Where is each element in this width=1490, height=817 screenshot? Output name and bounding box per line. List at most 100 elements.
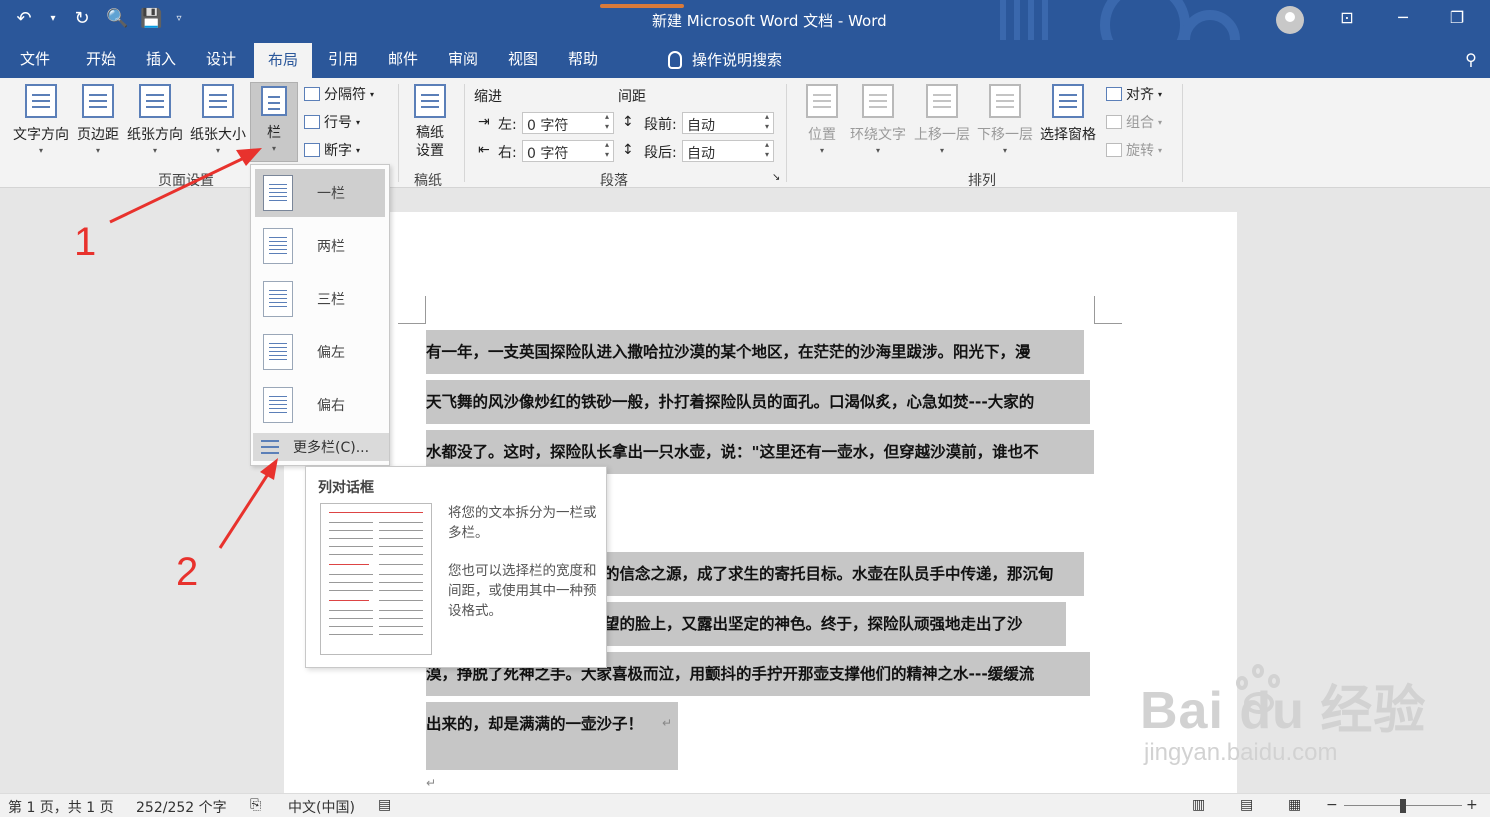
spacing-before-icon: ↕ bbox=[622, 114, 634, 130]
tab-review[interactable]: 审阅 bbox=[448, 48, 478, 69]
arrange-group-label: 排列 bbox=[968, 173, 996, 189]
undo-icon[interactable]: ↶ bbox=[14, 8, 34, 29]
tab-home[interactable]: 开始 bbox=[86, 48, 116, 69]
language-status[interactable]: 中文(中国) bbox=[288, 797, 355, 817]
undo-dropdown-icon[interactable]: ▾ bbox=[48, 13, 58, 24]
tell-me-search[interactable]: 操作说明搜索 bbox=[668, 49, 782, 70]
redo-icon[interactable]: ↻ bbox=[72, 8, 92, 29]
margins-button[interactable]: 页边距 ▾ bbox=[74, 84, 122, 155]
tab-layout[interactable]: 布局 bbox=[254, 43, 313, 78]
tab-references[interactable]: 引用 bbox=[328, 48, 358, 69]
indent-left-input[interactable]: 0 字符 bbox=[522, 112, 614, 134]
spacing-title: 间距 bbox=[618, 89, 646, 105]
tab-view[interactable]: 视图 bbox=[508, 48, 538, 69]
zoom-in-icon[interactable]: + bbox=[1466, 797, 1478, 813]
manuscript-group-label: 稿纸 bbox=[414, 173, 442, 189]
hyphenation-icon bbox=[304, 143, 320, 157]
tab-mailings[interactable]: 邮件 bbox=[388, 48, 418, 69]
read-mode-icon[interactable]: ▥ bbox=[1192, 797, 1205, 813]
send-backward-icon bbox=[989, 84, 1021, 118]
column-option-three[interactable]: 三栏 bbox=[255, 275, 385, 323]
position-button[interactable]: 位置 ▾ bbox=[802, 84, 842, 155]
ribbon-tabs: 文件 开始 插入 设计 布局 引用 邮件 审阅 视图 帮助 操作说明搜索 ⚲ bbox=[0, 40, 1490, 78]
manuscript-icon bbox=[414, 84, 446, 118]
more-columns-icon bbox=[261, 440, 279, 454]
zoom-out-icon[interactable]: − bbox=[1326, 797, 1338, 813]
column-option-two[interactable]: 两栏 bbox=[255, 222, 385, 270]
wrap-text-button[interactable]: 环绕文字 ▾ bbox=[846, 84, 910, 155]
wrap-text-icon bbox=[862, 84, 894, 118]
page-count[interactable]: 第 1 页，共 1 页 bbox=[8, 797, 114, 817]
line-numbers-button[interactable]: 行号 ▾ bbox=[304, 112, 360, 132]
breaks-button[interactable]: 分隔符 ▾ bbox=[304, 84, 374, 104]
text-direction-icon bbox=[25, 84, 57, 118]
breaks-icon bbox=[304, 87, 320, 101]
right-column-icon bbox=[263, 387, 293, 423]
column-option-left[interactable]: 偏左 bbox=[255, 328, 385, 376]
customize-icon[interactable]: ▿ bbox=[174, 13, 184, 24]
column-option-one[interactable]: 一栏 bbox=[255, 169, 385, 217]
one-column-icon bbox=[263, 175, 293, 211]
selection-pane-button[interactable]: 选择窗格 bbox=[1038, 84, 1098, 144]
tell-me-label: 操作说明搜索 bbox=[692, 51, 783, 69]
more-columns-item[interactable]: 更多栏(C)... bbox=[253, 433, 389, 461]
indent-left-icon: ⇥ bbox=[478, 114, 490, 130]
zoom-slider-thumb[interactable] bbox=[1400, 799, 1406, 813]
status-bar: 第 1 页，共 1 页 252/252 个字 ⎘ 中文(中国) ▤ ▥ ▤ ▦ … bbox=[0, 793, 1490, 817]
margin-corner bbox=[1094, 296, 1122, 324]
spacing-before-input[interactable]: 自动 bbox=[682, 112, 774, 134]
columns-icon bbox=[261, 86, 287, 116]
spacing-after-input[interactable]: 自动 bbox=[682, 140, 774, 162]
text-line: 的信念之源，成了求生的寄托目标。水壶在队员手中传递，那沉甸 bbox=[600, 552, 1084, 596]
send-backward-button[interactable]: 下移一层 ▾ bbox=[974, 84, 1036, 155]
tab-insert[interactable]: 插入 bbox=[146, 48, 176, 69]
paper-size-button[interactable]: 纸张大小 ▾ bbox=[188, 84, 248, 155]
group-objects-button[interactable]: 组合 ▾ bbox=[1106, 112, 1162, 132]
macro-icon[interactable]: ▤ bbox=[378, 797, 391, 813]
print-preview-icon[interactable]: 🔍 bbox=[106, 8, 128, 29]
group-separator bbox=[1182, 84, 1183, 182]
rotate-button[interactable]: 旋转 ▾ bbox=[1106, 140, 1162, 160]
lightbulb-icon bbox=[668, 50, 682, 69]
hyphenation-button[interactable]: 断字 ▾ bbox=[304, 140, 360, 160]
three-columns-icon bbox=[263, 281, 293, 317]
ribbon-display-icon[interactable]: ⊡ bbox=[1332, 8, 1362, 27]
two-columns-icon bbox=[263, 228, 293, 264]
margin-corner bbox=[398, 296, 426, 324]
word-count[interactable]: 252/252 个字 bbox=[136, 797, 227, 817]
bring-forward-button[interactable]: 上移一层 ▾ bbox=[912, 84, 972, 155]
paragraph-mark-icon: ↵ bbox=[662, 716, 673, 730]
left-column-icon bbox=[263, 334, 293, 370]
group-separator bbox=[786, 84, 787, 182]
text-direction-button[interactable]: 文字方向 ▾ bbox=[10, 84, 72, 155]
tab-design[interactable]: 设计 bbox=[206, 48, 236, 69]
minimize-icon[interactable]: ─ bbox=[1388, 8, 1418, 27]
orientation-button[interactable]: 纸张方向 ▾ bbox=[124, 84, 186, 155]
maximize-icon[interactable]: ❐ bbox=[1442, 8, 1472, 27]
tab-help[interactable]: 帮助 bbox=[568, 48, 598, 69]
account-avatar[interactable] bbox=[1276, 6, 1304, 34]
rotate-icon bbox=[1106, 143, 1122, 157]
columns-button-content[interactable]: 栏 ▾ bbox=[250, 86, 298, 153]
title-accent bbox=[600, 4, 684, 8]
bring-forward-icon bbox=[926, 84, 958, 118]
indent-right-label: 右: bbox=[498, 145, 517, 161]
title-bar: ↶ ▾ ↻ 🔍 💾 ▿ 新建 Microsoft Word 文档 - Word … bbox=[0, 0, 1490, 77]
columns-dialog-tooltip: 列对话框 将您的文本拆分为一栏或多栏。 您也可以选择栏的宽度和间距，或使用其中一… bbox=[305, 466, 607, 668]
web-layout-icon[interactable]: ▦ bbox=[1288, 797, 1301, 813]
share-icon[interactable]: ⚲ bbox=[1456, 50, 1486, 69]
paragraph-launcher-icon[interactable]: ↘ bbox=[772, 172, 780, 183]
print-layout-icon[interactable]: ▤ bbox=[1240, 797, 1253, 813]
save-icon[interactable]: 💾 bbox=[140, 8, 162, 29]
column-option-right[interactable]: 偏右 bbox=[255, 381, 385, 429]
tab-file[interactable]: 文件 bbox=[20, 48, 50, 69]
group-separator bbox=[398, 84, 399, 182]
indent-title: 缩进 bbox=[474, 89, 502, 105]
align-button[interactable]: 对齐 ▾ bbox=[1106, 84, 1162, 104]
manuscript-settings-button[interactable]: 稿纸设置 bbox=[408, 84, 452, 160]
text-line: 有一年，一支英国探险队进入撒哈拉沙漠的某个地区，在茫茫的沙海里跋涉。阳光下，漫 bbox=[426, 330, 1084, 374]
indent-right-input[interactable]: 0 字符 bbox=[522, 140, 614, 162]
tooltip-title: 列对话框 bbox=[318, 480, 374, 496]
text-line: 望的脸上，又露出坚定的神色。终于，探险队顽强地走出了沙 bbox=[600, 602, 1066, 646]
proofing-icon[interactable]: ⎘ bbox=[250, 797, 261, 813]
